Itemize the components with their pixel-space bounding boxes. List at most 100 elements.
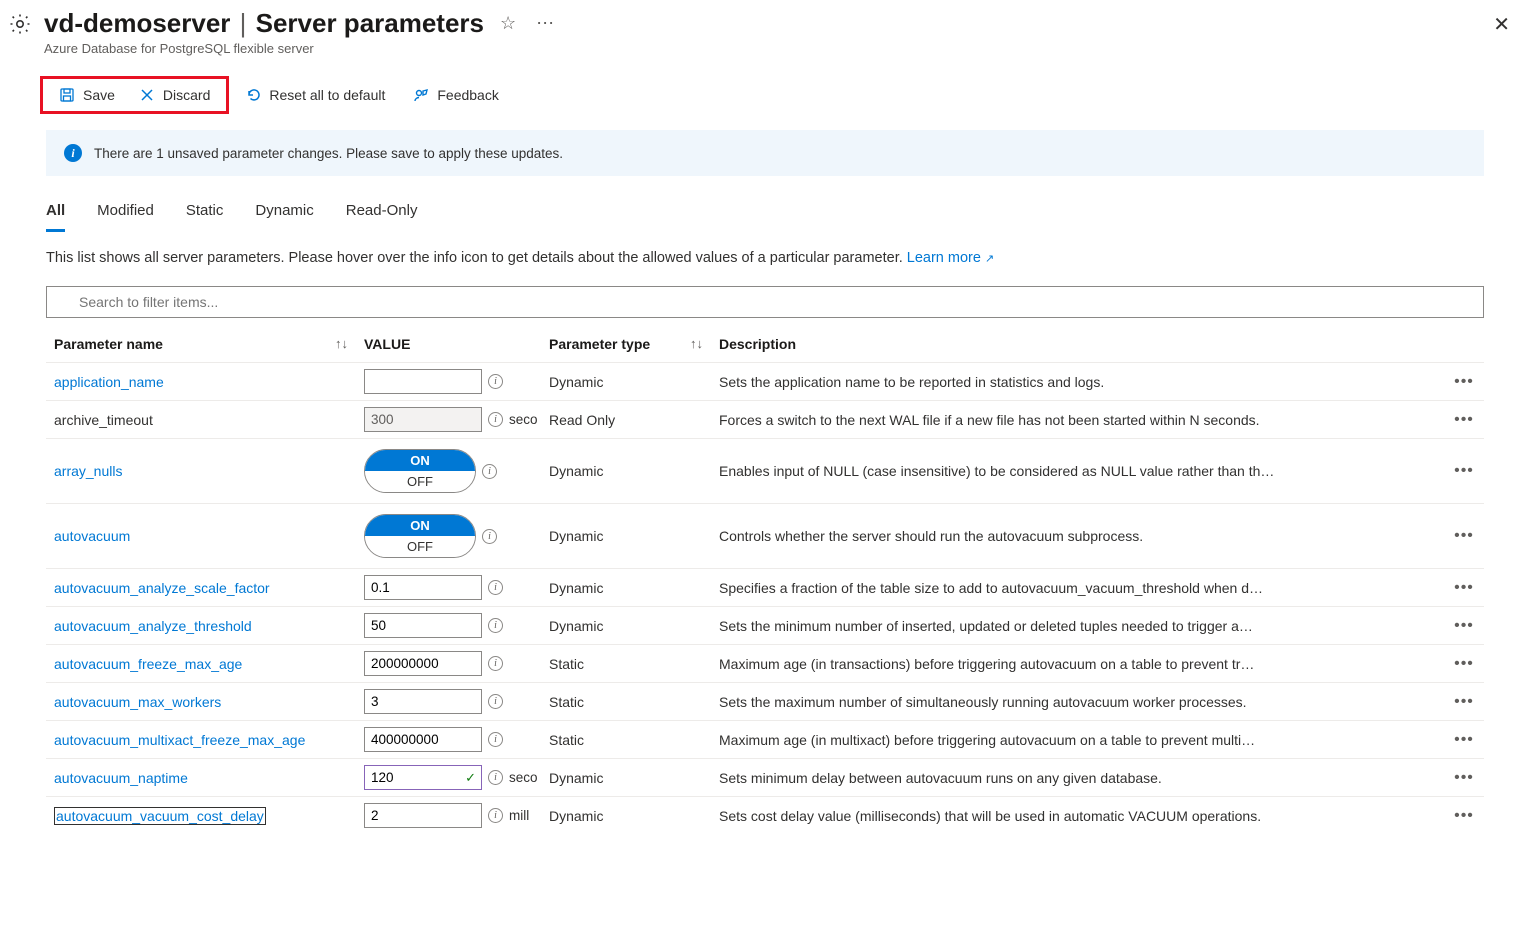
param-link[interactable]: array_nulls [54, 463, 122, 479]
page-subtitle: Azure Database for PostgreSQL flexible s… [44, 41, 1477, 56]
row-more-button[interactable]: ••• [1444, 569, 1484, 607]
param-type: Dynamic [541, 504, 711, 569]
param-link[interactable]: autovacuum [54, 528, 130, 544]
col-header-name[interactable]: Parameter name↑↓ [46, 326, 356, 363]
info-icon[interactable]: i [488, 580, 503, 595]
tab-static[interactable]: Static [186, 196, 224, 232]
info-icon[interactable]: i [488, 656, 503, 671]
param-link[interactable]: autovacuum_max_workers [54, 694, 221, 710]
table-row: application_name i DynamicSets the applica… [46, 363, 1484, 401]
param-type: Dynamic [541, 759, 711, 797]
info-icon[interactable]: i [488, 618, 503, 633]
external-link-icon: ↗ [985, 253, 994, 265]
param-desc: Sets minimum delay between autovacuum ru… [711, 759, 1444, 797]
param-link[interactable]: application_name [54, 374, 164, 390]
highlight-annotation: Save Discard [40, 76, 229, 114]
save-label: Save [83, 87, 115, 103]
filter-tabs: All Modified Static Dynamic Read-Only [0, 196, 1530, 232]
value-input[interactable] [364, 575, 482, 600]
row-more-button[interactable]: ••• [1444, 683, 1484, 721]
tab-modified[interactable]: Modified [97, 196, 154, 232]
table-row: autovacuum_naptime✓isecoDynamicSets mini… [46, 759, 1484, 797]
param-desc: Sets the application name to be reported… [711, 363, 1444, 401]
value-input[interactable] [364, 803, 482, 828]
toggle-input[interactable]: ONOFF [364, 449, 476, 493]
reset-button[interactable]: Reset all to default [233, 81, 397, 109]
header-more-button[interactable]: ⋯ [532, 9, 558, 38]
param-type: Dynamic [541, 439, 711, 504]
tab-readonly[interactable]: Read-Only [346, 196, 418, 232]
favorite-button[interactable]: ☆ [496, 9, 520, 38]
param-link[interactable]: autovacuum_analyze_threshold [54, 618, 252, 634]
col-header-desc[interactable]: Description [711, 326, 1444, 363]
tab-dynamic[interactable]: Dynamic [255, 196, 313, 232]
info-icon[interactable]: i [482, 529, 497, 544]
feedback-icon [413, 87, 429, 103]
row-more-button[interactable]: ••• [1444, 607, 1484, 645]
table-row: array_nullsONOFFiDynamicEnables input of… [46, 439, 1484, 504]
param-desc: Maximum age (in multixact) before trigge… [711, 721, 1444, 759]
value-input [364, 407, 482, 432]
table-row: autovacuum_vacuum_cost_delay imill Dynamic… [46, 797, 1484, 835]
row-more-button[interactable]: ••• [1444, 504, 1484, 569]
feedback-label: Feedback [437, 87, 498, 103]
row-more-button[interactable]: ••• [1444, 645, 1484, 683]
unit-label: mill [509, 808, 529, 823]
row-more-button[interactable]: ••• [1444, 401, 1484, 439]
page-description: This list shows all server parameters. P… [0, 250, 1530, 286]
param-desc: Sets the minimum number of inserted, upd… [711, 607, 1444, 645]
param-type: Dynamic [541, 363, 711, 401]
param-desc: Specifies a fraction of the table size t… [711, 569, 1444, 607]
col-header-type[interactable]: Parameter type↑↓ [541, 326, 711, 363]
value-input[interactable] [364, 689, 482, 714]
row-more-button[interactable]: ••• [1444, 759, 1484, 797]
table-row: autovacuum_max_workers i StaticSets the ma… [46, 683, 1484, 721]
learn-more-link[interactable]: Learn more ↗ [907, 250, 994, 266]
param-link[interactable]: autovacuum_multixact_freeze_max_age [54, 732, 305, 748]
tab-all[interactable]: All [46, 196, 65, 232]
info-icon[interactable]: i [482, 464, 497, 479]
search-input[interactable] [46, 286, 1484, 318]
toolbar: Save Discard Reset all to default Feedba… [0, 68, 1530, 122]
sort-icon: ↑↓ [335, 336, 348, 351]
param-link[interactable]: autovacuum_vacuum_cost_delay [54, 807, 266, 825]
toggle-input[interactable]: ONOFF [364, 514, 476, 558]
sort-icon: ↑↓ [690, 336, 703, 351]
row-more-button[interactable]: ••• [1444, 363, 1484, 401]
unit-label: seco [509, 412, 538, 427]
row-more-button[interactable]: ••• [1444, 439, 1484, 504]
param-type: Static [541, 645, 711, 683]
info-icon[interactable]: i [488, 770, 503, 785]
param-link[interactable]: autovacuum_freeze_max_age [54, 656, 242, 672]
info-icon[interactable]: i [488, 374, 503, 389]
value-input[interactable] [364, 727, 482, 752]
row-more-button[interactable]: ••• [1444, 721, 1484, 759]
undo-icon [245, 87, 261, 103]
param-type: Dynamic [541, 797, 711, 835]
gear-icon [8, 12, 32, 36]
info-icon[interactable]: i [488, 732, 503, 747]
value-input[interactable] [364, 369, 482, 394]
close-button[interactable]: ✕ [1489, 8, 1514, 41]
table-row: archive_timeoutisecoRead OnlyForces a sw… [46, 401, 1484, 439]
row-more-button[interactable]: ••• [1444, 797, 1484, 835]
col-header-value[interactable]: VALUE [356, 326, 541, 363]
param-type: Static [541, 721, 711, 759]
parameters-table: Parameter name↑↓ VALUE Parameter type↑↓ … [46, 326, 1484, 834]
info-icon[interactable]: i [488, 412, 503, 427]
param-type: Static [541, 683, 711, 721]
value-input[interactable] [364, 651, 482, 676]
value-input[interactable] [364, 613, 482, 638]
info-icon[interactable]: i [488, 694, 503, 709]
param-desc: Sets the maximum number of simultaneousl… [711, 683, 1444, 721]
feedback-button[interactable]: Feedback [401, 81, 510, 109]
discard-label: Discard [163, 87, 210, 103]
info-icon[interactable]: i [488, 808, 503, 823]
param-link[interactable]: autovacuum_naptime [54, 770, 188, 786]
param-desc: Controls whether the server should run t… [711, 504, 1444, 569]
param-link[interactable]: autovacuum_analyze_scale_factor [54, 580, 270, 596]
discard-button[interactable]: Discard [127, 81, 222, 109]
save-button[interactable]: Save [47, 81, 127, 109]
table-row: autovacuum_multixact_freeze_max_age i Stat… [46, 721, 1484, 759]
reset-label: Reset all to default [269, 87, 385, 103]
